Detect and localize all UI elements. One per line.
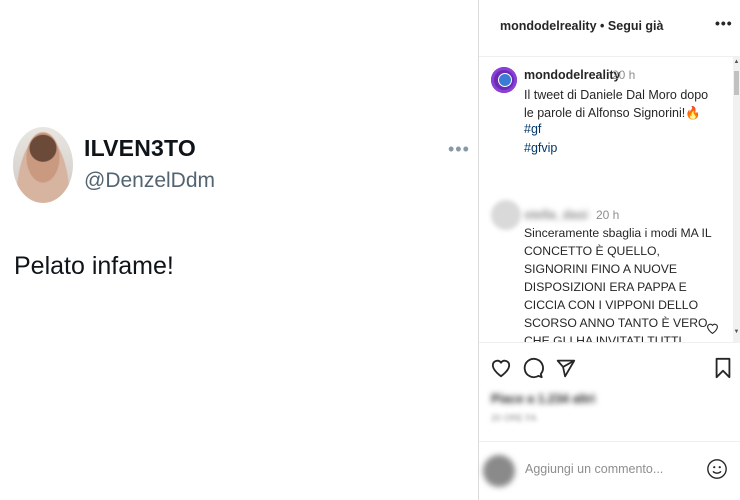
comment-icon[interactable]: [521, 356, 545, 380]
comment-avatar[interactable]: [491, 200, 521, 230]
caption-username[interactable]: mondodelreality: [524, 68, 621, 82]
caption-text: Il tweet di Daniele Dal Moro dopo le par…: [524, 86, 719, 122]
hashtag-gf[interactable]: #gf: [524, 122, 541, 136]
instagram-panel: mondodelreality • Segui già ••• mondodel…: [479, 0, 740, 500]
tweet-display-name: ILVEN3TO: [84, 135, 196, 161]
comment-text: Sinceramente sbaglia i modi MA IL CONCET…: [524, 226, 712, 342]
comment-box-divider: [479, 441, 740, 442]
scroll-down-icon[interactable]: ▼: [733, 329, 740, 335]
avatar-logo: [498, 73, 512, 87]
header-separator: •: [600, 19, 605, 33]
tweet-more-icon: •••: [448, 139, 470, 159]
post-header: mondodelreality • Segui già •••: [479, 0, 740, 57]
caption-time[interactable]: 20 h: [612, 68, 635, 82]
hashtag-gfvip[interactable]: #gfvip: [524, 141, 557, 155]
bookmark-icon[interactable]: [711, 356, 735, 380]
likes-count[interactable]: Piace a 1.234 altri: [491, 392, 595, 406]
comment-username[interactable]: stella_dasi: [524, 208, 588, 222]
fire-emoji: 🔥: [685, 106, 701, 120]
current-user-avatar: [483, 455, 515, 487]
comment-time[interactable]: 20 h: [596, 208, 619, 222]
tweet-handle: @DenzelDdm: [84, 169, 216, 192]
send-icon[interactable]: [553, 356, 577, 380]
tweet-image: ILVEN3TO @DenzelDdm ••• Pelato infame!: [0, 0, 478, 500]
actions-divider: [479, 342, 740, 343]
more-options-icon[interactable]: •••: [715, 15, 733, 31]
following-button[interactable]: Segui già: [608, 19, 664, 33]
comments-list[interactable]: mondodelreality 20 h Il tweet di Daniele…: [479, 57, 733, 342]
scroll-up-icon[interactable]: ▲: [733, 59, 740, 65]
heart-icon[interactable]: [489, 356, 513, 380]
comment-like-icon[interactable]: [706, 321, 719, 337]
post-header-user: mondodelreality • Segui già: [500, 19, 663, 33]
scrollbar-thumb[interactable]: [734, 71, 739, 95]
header-username-link[interactable]: mondodelreality: [500, 19, 597, 33]
add-comment-input[interactable]: Aggiungi un commento...: [525, 462, 695, 476]
smiley-icon[interactable]: [706, 458, 728, 480]
tweet-avatar: [13, 127, 73, 203]
comments-scrollbar[interactable]: ▲ ▼: [733, 57, 740, 342]
caption-body: Il tweet di Daniele Dal Moro dopo le par…: [524, 88, 709, 120]
caption-avatar[interactable]: [491, 67, 517, 93]
tweet-text: Pelato infame!: [14, 252, 174, 280]
post-date[interactable]: 20 ORE FA: [491, 413, 537, 423]
